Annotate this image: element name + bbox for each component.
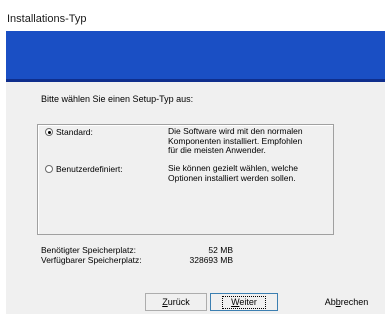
window-title: Installations-Typ <box>7 13 87 25</box>
header-banner <box>6 31 385 82</box>
next-label-post: eiter <box>239 296 257 307</box>
radio-custom[interactable] <box>45 165 53 173</box>
custom-description: Sie können gezielt wählen, welche Option… <box>168 163 298 183</box>
radio-custom-label[interactable]: Benutzerdefiniert: <box>56 164 123 174</box>
title-bar: Installations-Typ <box>0 0 385 30</box>
available-space-value: 328693 MB <box>189 255 233 265</box>
radio-standard-label[interactable]: Standard: <box>56 127 93 137</box>
cancel-label-post: rechen <box>340 297 369 307</box>
standard-description: Die Software wird mit den normalen Kompo… <box>168 126 303 155</box>
available-space-label: Verfügbarer Speicherplatz: <box>41 255 142 265</box>
back-label-post: urück <box>167 297 190 307</box>
required-space-value: 52 MB <box>208 245 233 255</box>
cancel-button[interactable]: Ab b rechen <box>309 293 384 311</box>
back-button[interactable]: Zurück <box>145 293 207 311</box>
next-focus-rect: Weiter <box>222 295 266 309</box>
required-space-label: Benötigter Speicherplatz: <box>41 245 136 255</box>
next-button[interactable]: Weiter <box>210 293 278 311</box>
cancel-label-pre: Ab <box>324 297 336 307</box>
radio-standard[interactable] <box>45 128 53 136</box>
setup-type-prompt: Bitte wählen Sie einen Setup-Typ aus: <box>41 94 194 104</box>
